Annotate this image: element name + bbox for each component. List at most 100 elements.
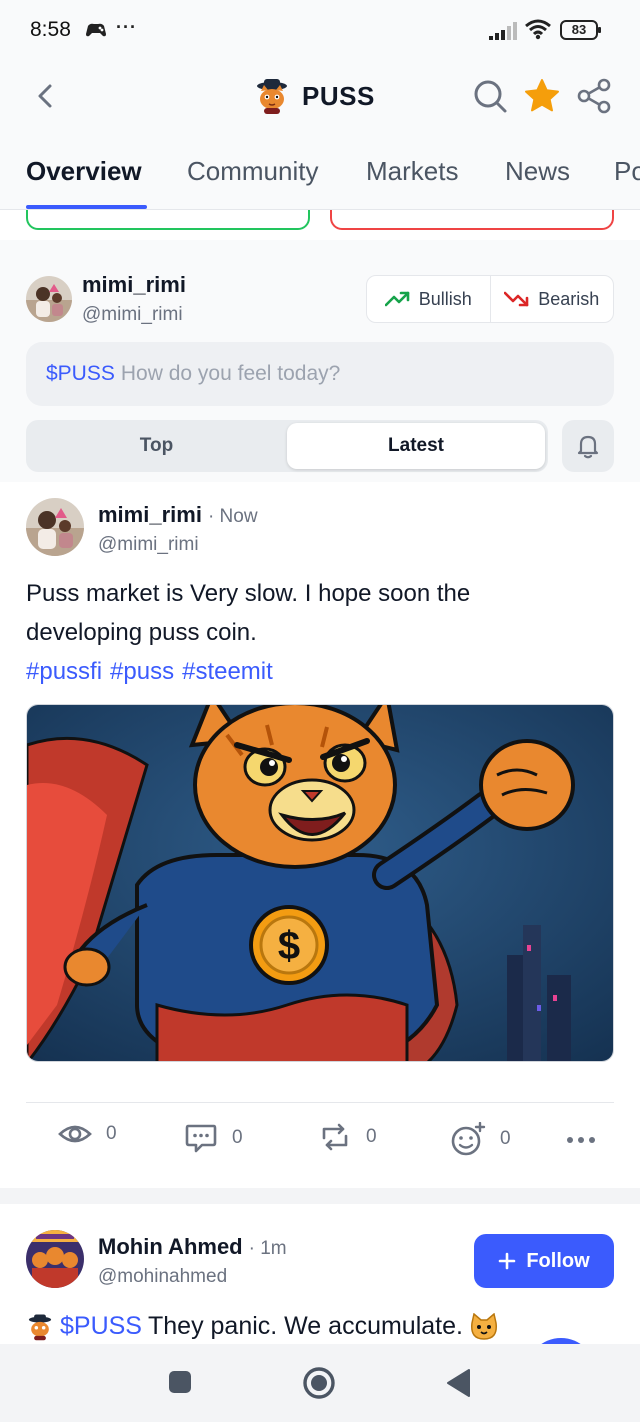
system-back-button[interactable] [446,1368,472,1403]
post-handle: @mimi_rimi [98,534,199,555]
chevron-left-icon [38,84,52,108]
svg-text:$: $ [278,924,300,968]
bearish-sentiment-card [330,210,614,230]
divider [26,1102,614,1103]
search-icon [474,80,507,113]
reactions-count: 0 [500,1128,511,1149]
bullish-button[interactable]: Bullish [367,276,490,322]
tab-overview[interactable]: Overview [26,156,142,187]
post-text: They panic. We accumulate. [147,1312,463,1340]
more-options-button[interactable] [566,1136,596,1144]
hashtag-link[interactable]: #steemit [182,658,273,685]
tab-community[interactable]: Community [187,156,318,187]
feed-separator [0,1188,640,1204]
post-image[interactable]: $ [26,704,614,1062]
signal-icon [488,22,518,45]
views-count: 0 [106,1123,117,1144]
post-username[interactable]: Mohin Ahmed [98,1234,243,1260]
header-title-group: PUSS [254,74,375,118]
bearish-button[interactable]: Bearish [489,276,614,322]
app-header: PUSS [0,60,640,132]
tab-news[interactable]: News [505,156,570,187]
comment-button[interactable]: 0 [184,1122,243,1154]
share-button[interactable] [574,76,614,116]
post-author-line: mimi_rimi · Now [98,502,258,528]
hashtag-link[interactable]: #pussfi [26,658,102,685]
post-body: Puss market is Very slow. I hope soon th… [26,574,616,691]
active-tab-indicator [26,205,147,209]
home-button[interactable] [302,1366,336,1405]
composer-username: mimi_rimi [82,272,186,297]
puss-cat-logo-icon [28,1313,52,1340]
triangle-back-icon [447,1369,470,1397]
avatar[interactable] [26,498,84,556]
bullish-label: Bullish [418,288,472,309]
views-stat: 0 [58,1122,117,1146]
avatar[interactable] [26,276,72,322]
share-icon [577,78,611,114]
more-notifications-icon: ··· [116,17,137,37]
plus-icon [499,1252,516,1270]
page-title: PUSS [302,80,375,111]
tab-markets[interactable]: Markets [366,156,458,187]
battery-level: 83 [571,22,587,37]
bearish-label: Bearish [538,288,600,309]
trend-down-icon [504,291,529,307]
superhero-cat-illustration: $ [27,705,613,1061]
tab-bar: Overview Community Markets News Po [0,132,640,210]
tab-posts[interactable]: Po [614,156,640,187]
favorite-button[interactable] [522,76,562,116]
ticker-tag[interactable]: $PUSS [60,1312,142,1341]
star-icon [525,79,559,112]
add-reaction-icon [451,1122,486,1156]
post-body: $PUSS They panic. We accumulate. [26,1312,499,1341]
comments-count: 0 [232,1127,243,1148]
back-button[interactable] [28,78,64,114]
game-controller-icon [84,20,108,45]
reposts-count: 0 [366,1126,377,1147]
sort-toggle: Top Latest [26,420,548,472]
compose-input[interactable]: $PUSS How do you feel today? [26,342,614,406]
bullish-sentiment-card [26,210,310,230]
wifi-icon [524,18,552,45]
avatar[interactable] [26,1230,84,1288]
post-composer: mimi_rimi @mimi_rimi Bullish Bearish $PU… [0,240,640,482]
post-time: · Now [207,506,258,527]
more-horizontal-icon [567,1137,595,1143]
follow-button[interactable]: Follow [474,1234,614,1288]
post-text-line: Puss market is Very slow. I hope soon th… [26,580,471,607]
post-hashtags: #pussfi #puss #steemit [26,652,616,691]
post-time: · 1m [248,1238,287,1259]
ticker-tag: $PUSS [46,362,115,385]
sentiment-toggle: Bullish Bearish [366,275,614,323]
trend-up-icon [384,291,410,307]
hashtag-link[interactable]: #puss [110,658,174,685]
search-button[interactable] [470,76,510,116]
puss-cat-logo-icon [257,79,287,114]
feed-post: Mohin Ahmed · 1m @mohinahmed Follow $PUS… [0,1204,640,1344]
composer-handle: @mimi_rimi [82,304,183,325]
status-bar: 8:58 ··· 83 [0,0,640,60]
react-button[interactable]: 0 [450,1122,511,1156]
sort-latest-button[interactable]: Latest [287,423,545,469]
system-navigation-bar [0,1344,640,1422]
comment-icon [185,1124,217,1153]
status-time: 8:58 [30,18,71,41]
circle-icon [303,1367,335,1399]
post-username[interactable]: mimi_rimi [98,502,202,528]
cat-face-icon [470,1312,497,1340]
feed-post: mimi_rimi · Now @mimi_rimi Puss market i… [0,482,640,1188]
post-handle: @mohinahmed [98,1266,228,1287]
recent-apps-button[interactable] [168,1370,192,1399]
bell-icon [577,435,599,459]
notifications-button[interactable] [562,420,614,472]
post-author-line: Mohin Ahmed · 1m [98,1234,287,1260]
post-text-line: developing puss coin. [26,619,257,646]
follow-label: Follow [526,1249,590,1272]
eye-icon [58,1125,92,1143]
repost-icon [322,1123,348,1151]
compose-placeholder: How do you feel today? [120,362,341,385]
sort-top-button[interactable]: Top [29,423,284,469]
square-icon [169,1371,191,1393]
repost-button[interactable]: 0 [318,1122,377,1152]
